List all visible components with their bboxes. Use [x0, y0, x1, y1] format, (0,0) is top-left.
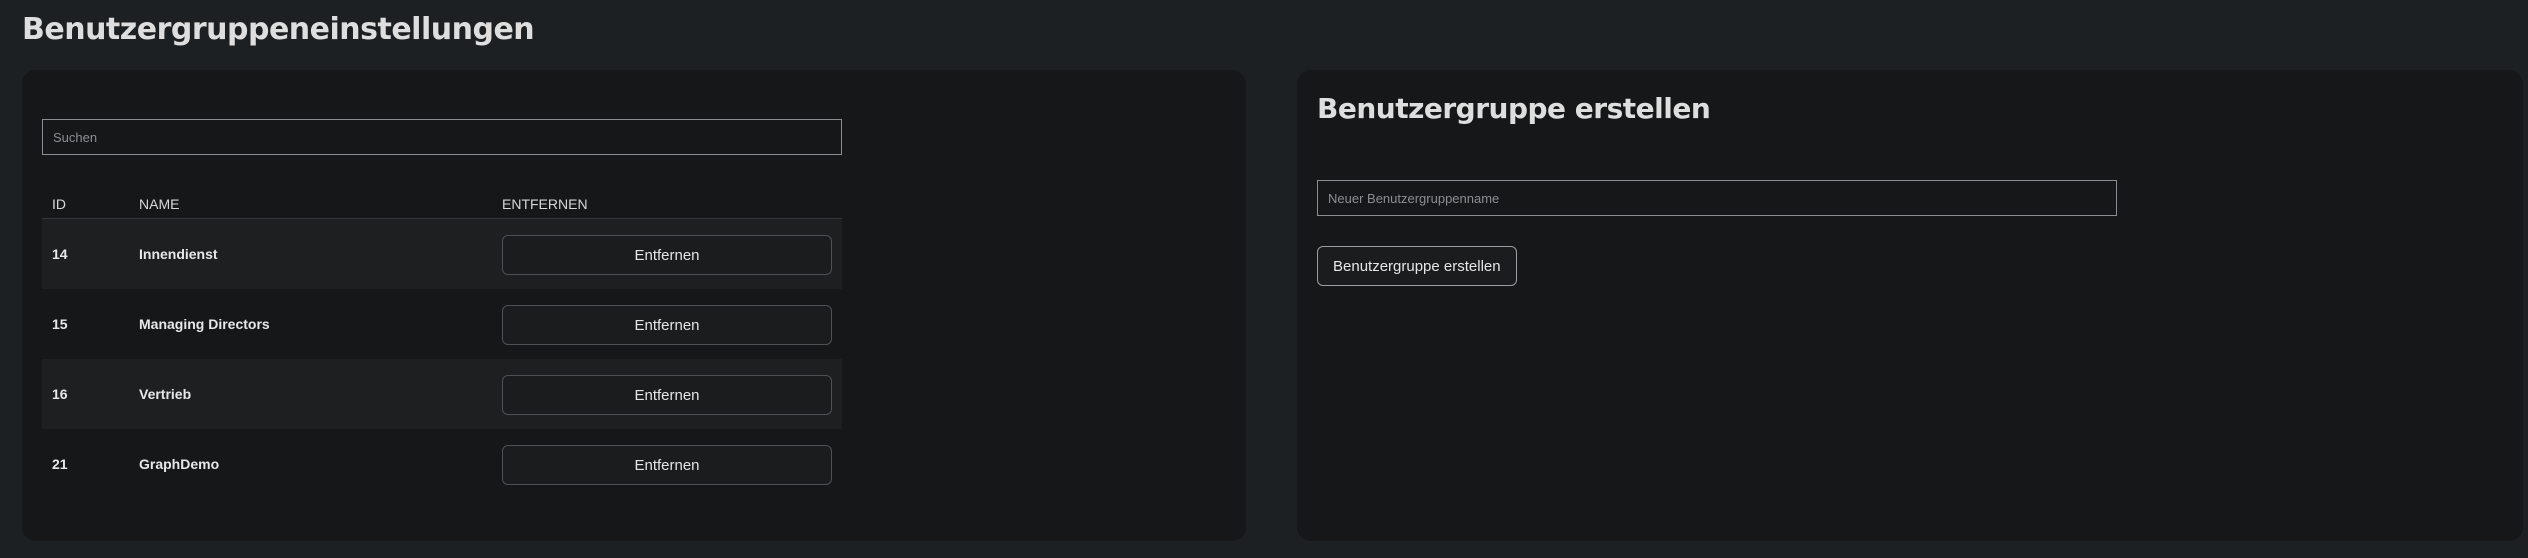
user-groups-table: ID NAME ENTFERNEN 14 Innendienst Entfern… — [42, 190, 842, 499]
create-user-group-panel: Benutzergruppe erstellen Benutzergruppe … — [1297, 70, 2523, 541]
page-title: Benutzergruppeneinstellungen — [22, 12, 535, 47]
remove-button[interactable]: Entfernen — [502, 375, 832, 415]
search-input[interactable] — [42, 119, 842, 155]
column-header-remove: ENTFERNEN — [502, 196, 588, 212]
table-row: 14 Innendienst Entfernen — [42, 219, 842, 289]
row-id: 16 — [52, 386, 68, 402]
remove-button[interactable]: Entfernen — [502, 445, 832, 485]
row-name: Managing Directors — [139, 316, 270, 332]
row-id: 21 — [52, 456, 68, 472]
create-group-button[interactable]: Benutzergruppe erstellen — [1317, 246, 1517, 286]
group-name-input[interactable] — [1317, 180, 2117, 216]
remove-button[interactable]: Entfernen — [502, 305, 832, 345]
row-name: GraphDemo — [139, 456, 220, 472]
row-name: Vertrieb — [139, 386, 192, 402]
user-groups-list-panel: ID NAME ENTFERNEN 14 Innendienst Entfern… — [22, 70, 1246, 541]
row-id: 15 — [52, 316, 68, 332]
table-row: 15 Managing Directors Entfernen — [42, 289, 842, 359]
column-header-name: NAME — [139, 196, 180, 212]
row-name: Innendienst — [139, 246, 218, 262]
table-header: ID NAME ENTFERNEN — [42, 190, 842, 219]
row-id: 14 — [52, 246, 68, 262]
create-group-title: Benutzergruppe erstellen — [1317, 92, 1711, 125]
table-row: 21 GraphDemo Entfernen — [42, 429, 842, 499]
column-header-id: ID — [52, 196, 66, 212]
table-row: 16 Vertrieb Entfernen — [42, 359, 842, 429]
remove-button[interactable]: Entfernen — [502, 235, 832, 275]
